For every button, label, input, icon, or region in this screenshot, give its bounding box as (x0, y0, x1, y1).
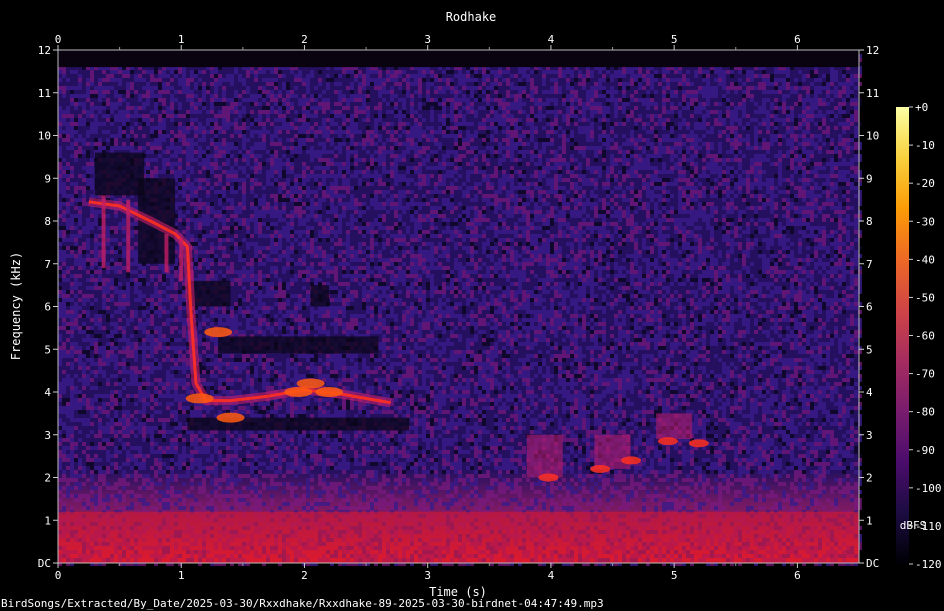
plot-area (57, 49, 862, 566)
y-tick-label: 2 (44, 472, 51, 485)
x-axis-top: 0 1 2 3 4 5 6 (55, 33, 801, 50)
y-axis-left: DC123456789101112 (38, 44, 58, 570)
y-tick-label-right: 10 (866, 130, 879, 143)
call-hotspot (204, 327, 233, 338)
colorbar-tick-label: -10 (915, 139, 935, 152)
y-tick-label: DC (38, 557, 51, 570)
y-tick-label: 9 (44, 172, 51, 185)
file-path-footer: BirdSongs/Extracted/By_Date/2025-03-30/R… (1, 597, 604, 610)
colorbar-label: dBFS (900, 519, 927, 532)
x-tick-label: 5 (671, 569, 678, 582)
high-frequency-cutoff (58, 50, 859, 68)
x-tick-label-top: 2 (301, 33, 308, 46)
x-tick-label: 3 (424, 569, 431, 582)
x-tick-label: 6 (794, 569, 801, 582)
y-tick-label: 4 (44, 386, 51, 399)
y-tick-label-right: 7 (866, 258, 873, 271)
spectrogram-svg: Rodhake 0123456 0123456 DC12345678910111… (1, 10, 942, 610)
secondary-hotspot (538, 473, 559, 482)
colorbar-tick-label: -50 (915, 291, 935, 304)
y-tick-label: 10 (38, 130, 51, 143)
secondary-hotspot (688, 439, 709, 448)
spectrogram-figure: Rodhake 0123456 0123456 DC 1 2 3 4 5 6 7 8 9 10 11 1… (0, 0, 944, 611)
x-tick-label: 0 (55, 569, 62, 582)
y-axis-label: Frequency (kHz) (9, 252, 23, 360)
y-tick-label-right: DC (866, 557, 879, 570)
secondary-call (594, 434, 631, 469)
colorbar-tick-label: -120 (915, 558, 942, 571)
secondary-hotspot (621, 456, 642, 465)
harmonic-bar (126, 199, 131, 273)
low-frequency-energy (58, 511, 859, 563)
x-tick-label: 4 (548, 569, 555, 582)
y-tick-label-right: 3 (866, 429, 873, 442)
colorbar-tick-label: -70 (915, 368, 935, 381)
y-tick-label: 11 (38, 87, 51, 100)
colorbar-tick-label: -40 (915, 253, 935, 266)
x-tick-label-top: 6 (794, 33, 801, 46)
call-shadow (218, 336, 379, 354)
x-tick-label-top: 1 (178, 33, 185, 46)
y-tick-label: 1 (44, 514, 51, 527)
y-tick-label-right: 4 (866, 386, 873, 399)
harmonic-bar (101, 195, 106, 269)
harmonic-bar (179, 238, 184, 281)
y-tick-label: 7 (44, 258, 51, 271)
call-hotspot (315, 387, 344, 397)
x-tick-label-top: 5 (671, 33, 678, 46)
secondary-call (656, 413, 693, 440)
colorbar-tick-label: -60 (915, 330, 935, 343)
y-tick-label: 5 (44, 343, 51, 356)
colorbar-tick-label: -90 (915, 444, 935, 457)
y-tick-label-right: 11 (866, 87, 879, 100)
harmonic-bar (164, 233, 169, 273)
colorbar-ticks: +0-10-20-30-40-50-60-70-80-90-100-110-12… (909, 101, 942, 571)
y-tick-label-right: 8 (866, 215, 873, 228)
y-tick-label-right: 12 (866, 44, 879, 57)
secondary-hotspot (590, 464, 611, 473)
y-tick-label-right: 9 (866, 172, 873, 185)
colorbar-tick-label: +0 (915, 101, 928, 114)
colorbar-gradient (896, 107, 909, 564)
y-tick-label-right: 2 (866, 472, 873, 485)
x-tick-label-top: 3 (424, 33, 431, 46)
call-hotspot (185, 393, 214, 404)
y-tick-label: 6 (44, 301, 51, 314)
y-tick-label: 8 (44, 215, 51, 228)
x-tick-label: 2 (301, 569, 308, 582)
secondary-hotspot (657, 437, 678, 446)
x-tick-label-top: 0 (55, 33, 62, 46)
y-tick-label-right: 1 (866, 514, 873, 527)
x-tick-label: 1 (178, 569, 185, 582)
colorbar-tick-label: -20 (915, 177, 935, 190)
y-tick-label: 3 (44, 429, 51, 442)
call-hotspot (296, 378, 325, 389)
colorbar-tick-label: -30 (915, 215, 935, 228)
colorbar-tick-label: -100 (915, 482, 942, 495)
call-hotspot (284, 387, 313, 397)
x-tick-label-top: 4 (548, 33, 555, 46)
y-tick-label-right: 6 (866, 301, 873, 314)
y-tick-label-right: 5 (866, 343, 873, 356)
call-shadow (310, 285, 330, 307)
call-hotspot (216, 412, 245, 423)
colorbar: +0-10-20-30-40-50-60-70-80-90-100-110-12… (896, 101, 942, 571)
call-shadow (94, 152, 145, 196)
y-axis-right: DC123456789101112 (859, 44, 879, 570)
chart-title: Rodhake (446, 10, 497, 24)
colorbar-tick-label: -80 (915, 406, 935, 419)
y-tick-label: 12 (38, 44, 51, 57)
secondary-call (526, 434, 563, 478)
